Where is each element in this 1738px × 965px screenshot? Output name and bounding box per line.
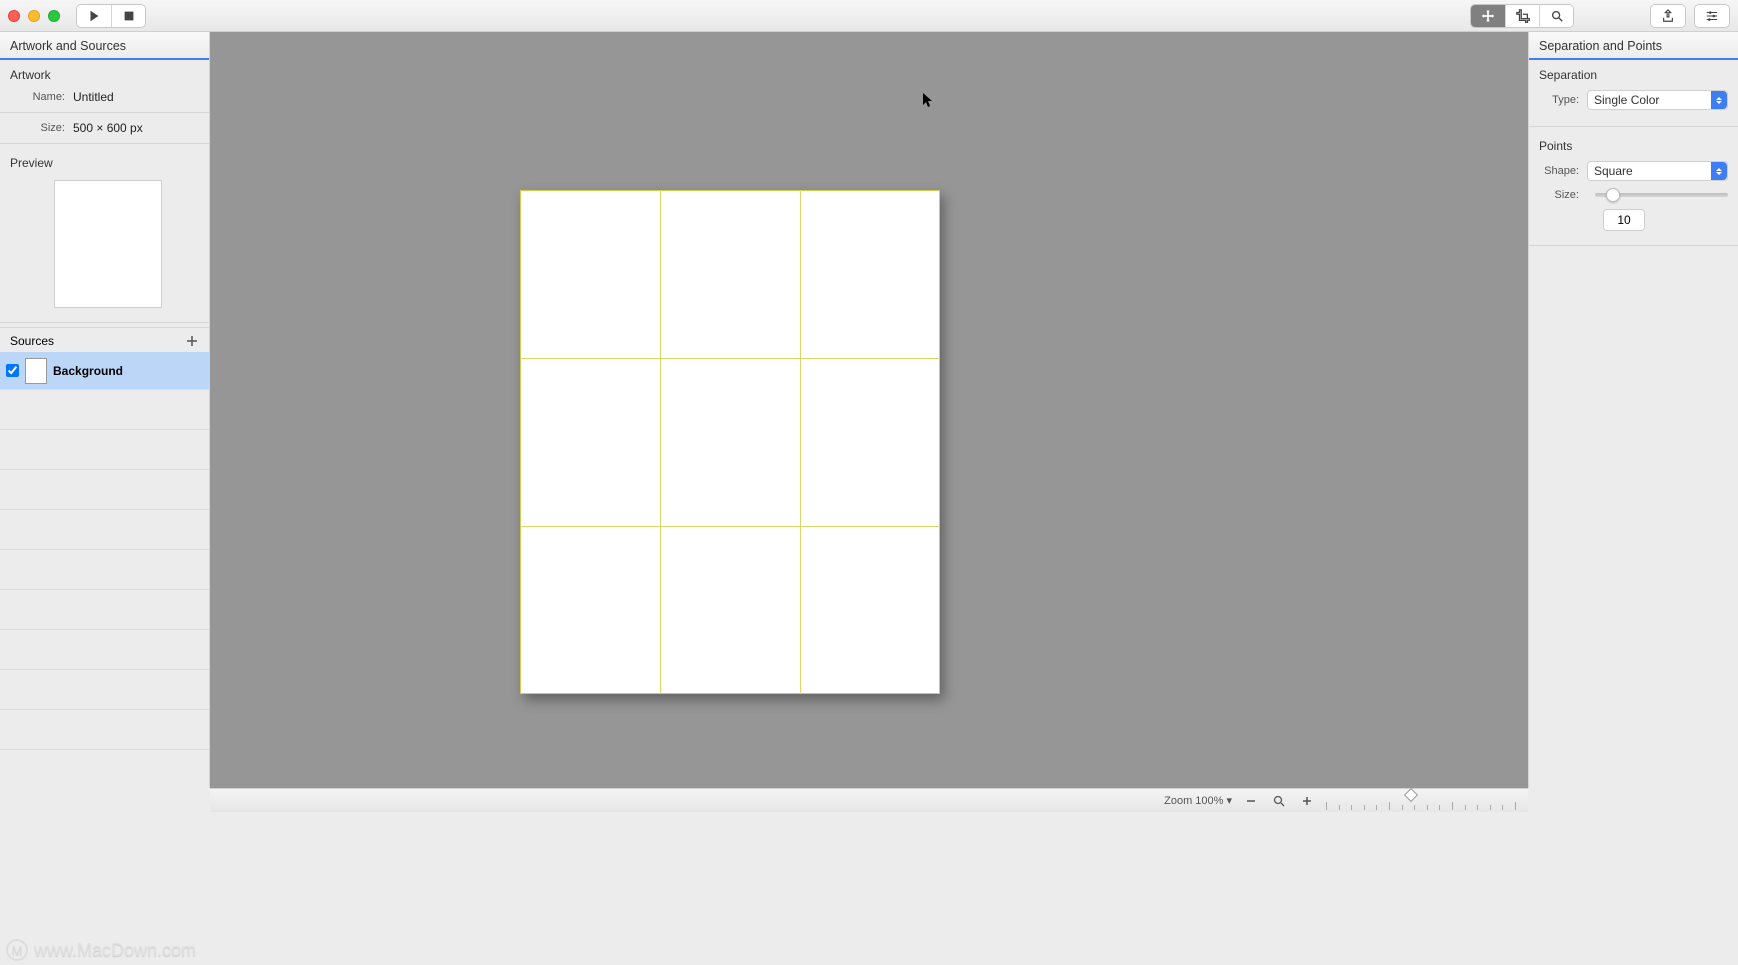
- search-tool-button[interactable]: [1539, 5, 1573, 27]
- window-close-button[interactable]: [8, 10, 20, 22]
- list-item: [0, 630, 209, 670]
- size-label: Size:: [1539, 189, 1579, 201]
- bottom-bar: Zoom 100% ▾: [210, 788, 1528, 812]
- artboard[interactable]: [520, 190, 940, 694]
- shape-label: Shape:: [1539, 165, 1579, 177]
- points-shape-row: Shape: Square: [1529, 157, 1738, 185]
- type-select[interactable]: Single Color: [1587, 90, 1728, 110]
- crop-tool-button[interactable]: [1505, 5, 1539, 27]
- zoom-slider-thumb[interactable]: [1404, 787, 1418, 801]
- artwork-size-value: 500 × 600 px: [73, 121, 143, 135]
- window-controls: [8, 10, 60, 22]
- list-item: [0, 470, 209, 510]
- separation-section-title: Separation: [1529, 60, 1738, 86]
- artwork-name-value[interactable]: Untitled: [73, 90, 114, 104]
- settings-button[interactable]: [1695, 5, 1729, 27]
- list-item: [0, 670, 209, 710]
- list-item: [0, 710, 209, 750]
- window-zoom-button[interactable]: [48, 10, 60, 22]
- window-minimize-button[interactable]: [28, 10, 40, 22]
- view-tools: [1470, 4, 1574, 28]
- source-visibility-checkbox[interactable]: [6, 364, 19, 377]
- export-button[interactable]: [1651, 5, 1685, 27]
- right-panel-title: Separation and Points: [1539, 39, 1662, 53]
- list-item: [0, 550, 209, 590]
- source-name-label: Background: [53, 364, 123, 378]
- zoom-slider[interactable]: [1326, 792, 1516, 810]
- type-label: Type:: [1539, 94, 1579, 106]
- list-item: [0, 590, 209, 630]
- points-size-row: Size:: [1529, 185, 1738, 205]
- sources-header: Sources: [0, 327, 209, 352]
- chevron-updown-icon: [1711, 162, 1727, 180]
- sources-list: Background: [0, 352, 209, 788]
- source-item-background[interactable]: Background: [0, 352, 209, 390]
- zoom-label[interactable]: Zoom 100% ▾: [1164, 794, 1232, 807]
- list-item: [0, 510, 209, 550]
- list-item: [0, 390, 209, 430]
- titlebar: [0, 0, 1738, 32]
- playback-controls: [76, 4, 146, 28]
- watermark-text: www.MacDown.com: [34, 940, 196, 961]
- right-panel: Separation and Points Separation Type: S…: [1528, 32, 1738, 788]
- artwork-size-label: Size:: [10, 122, 65, 134]
- move-tool-button[interactable]: [1471, 5, 1505, 27]
- shape-select[interactable]: Square: [1587, 161, 1728, 181]
- left-panel-title: Artwork and Sources: [10, 39, 126, 53]
- cursor-icon: [922, 92, 934, 111]
- size-input[interactable]: [1603, 209, 1645, 231]
- preview-section-title: Preview: [0, 148, 209, 174]
- watermark: M www.MacDown.com: [6, 939, 196, 961]
- stop-button[interactable]: [111, 5, 145, 27]
- slider-thumb[interactable]: [1606, 188, 1620, 202]
- size-slider[interactable]: [1595, 193, 1728, 197]
- left-panel-tab[interactable]: Artwork and Sources: [0, 32, 209, 60]
- artwork-name-row: Name: Untitled: [0, 86, 209, 108]
- artwork-size-row: Size: 500 × 600 px: [0, 117, 209, 139]
- right-panel-tab[interactable]: Separation and Points: [1529, 32, 1738, 60]
- preview-thumbnail: [54, 180, 162, 308]
- artwork-name-label: Name:: [10, 91, 65, 103]
- play-button[interactable]: [77, 5, 111, 27]
- sources-title: Sources: [10, 334, 54, 348]
- shape-select-value: Square: [1594, 164, 1633, 178]
- source-thumbnail: [25, 358, 47, 384]
- type-select-value: Single Color: [1594, 93, 1659, 107]
- separation-type-row: Type: Single Color: [1529, 86, 1738, 114]
- export-button-group: [1650, 4, 1686, 28]
- list-item: [0, 430, 209, 470]
- zoom-fit-button[interactable]: [1270, 792, 1288, 810]
- zoom-out-button[interactable]: [1242, 792, 1260, 810]
- add-source-button[interactable]: [185, 334, 199, 348]
- artwork-section-title: Artwork: [0, 60, 209, 86]
- canvas-area[interactable]: [210, 32, 1528, 788]
- zoom-in-button[interactable]: [1298, 792, 1316, 810]
- watermark-icon: M: [6, 939, 28, 961]
- settings-button-group: [1694, 4, 1730, 28]
- points-section-title: Points: [1529, 131, 1738, 157]
- chevron-updown-icon: [1711, 91, 1727, 109]
- left-panel: Artwork and Sources Artwork Name: Untitl…: [0, 32, 210, 788]
